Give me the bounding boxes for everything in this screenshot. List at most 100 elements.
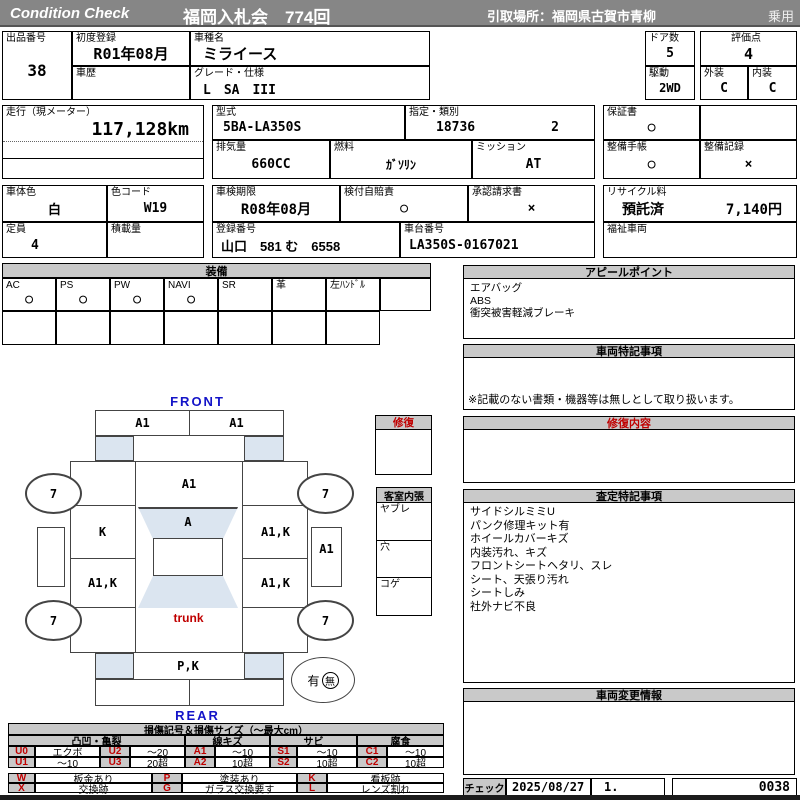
color-code-cell: 色コード W19 — [107, 185, 204, 222]
legend-sym-k: K — [297, 773, 327, 783]
rear-right-corner-shade — [244, 653, 284, 679]
equipment-empty-row-2 — [56, 311, 110, 345]
model-name-cell: 車種名 ミライース — [190, 31, 430, 66]
equipment-pw-value: ○ — [111, 289, 163, 310]
lot-number-cell: 出品番号 38 — [2, 31, 72, 100]
transmission-cell: ミッション AT — [472, 140, 595, 179]
check-date-value: 2025/08/27 — [507, 779, 590, 795]
maintenance-record-cell: 整備記録 × — [700, 140, 797, 179]
legend-sym-c2: C2 — [357, 757, 387, 768]
legend-val-x: 交換跡 — [35, 783, 152, 793]
mileage-value: 117,128km — [3, 118, 203, 142]
spare-no-circled: 無 — [322, 672, 339, 689]
fuel-value: ｶﾞｿﾘﾝ — [331, 151, 471, 178]
left-sill-box — [37, 527, 65, 587]
right-col-line-3 — [242, 607, 308, 608]
model-name-value: ミライース — [191, 42, 429, 65]
sheet-number-cell: 0038 — [672, 778, 797, 796]
equipment-cell-extra — [380, 278, 431, 311]
warranty-blank-cell — [700, 105, 797, 140]
registration-number-value: 山口 581 む 6558 — [213, 233, 399, 257]
right-rear-door-label: A1,K — [243, 558, 308, 607]
legend-sym-w: W — [8, 773, 35, 783]
legend-sym-a2: A2 — [185, 757, 215, 768]
cabin-row-burn-label: コゲ — [380, 579, 400, 590]
check-label-cell: チェック — [463, 778, 506, 796]
front-bumper-right-label: A1 — [190, 411, 283, 435]
chassis-number-cell: 車台番号 LA350S-0167021 — [400, 222, 595, 258]
cabin-lining-box: 客室内張 ヤブレ 穴 コゲ — [376, 487, 432, 616]
exterior-grade-cell: 外装 C — [700, 66, 748, 100]
equipment-header: 装備 — [2, 263, 431, 278]
equipment-cell-pw: PW ○ — [110, 278, 164, 311]
inspection-value: R08年08月 — [213, 196, 339, 221]
welfare-cell: 福祉車両 — [603, 222, 797, 258]
rear-bumper-right — [190, 680, 283, 705]
grade-value: L SA III — [191, 77, 429, 99]
mileage-cell: 走行（現メーター） 117,128km — [2, 105, 204, 179]
check-date-cell: 2025/08/27 — [506, 778, 591, 796]
jibaiseki-cell: 検付自賠責 ○ — [340, 185, 468, 222]
legend-sym-s2: S2 — [270, 757, 297, 768]
check-rev-cell: 1. — [591, 778, 665, 796]
equipment-cell-ps: PS ○ — [56, 278, 110, 311]
legend-sym-l: L — [297, 783, 327, 793]
front-right-corner-shade — [244, 436, 284, 461]
appeal-points-lines: エアバッグ ABS 衝突被害軽減ブレーキ — [470, 282, 575, 320]
assessment-notes-lines: サイドシルミミU パンク修理キット有 ホイールカバーキズ 内装汚れ、キズ フロン… — [470, 506, 612, 614]
legend-cat-corrosion: 腐食 — [357, 735, 444, 746]
equipment-empty-row-3 — [110, 311, 164, 345]
drive-value: 2WD — [646, 77, 694, 99]
header-bar: Condition Check 福岡入札会 774回 引取場所：福岡県古賀市青柳… — [0, 0, 800, 27]
body-color-value: 白 — [3, 196, 106, 221]
auction-condition-sheet: Condition Check 福岡入札会 774回 引取場所：福岡県古賀市青柳… — [0, 0, 800, 800]
registration-number-cell: 登録番号 山口 581 む 6558 — [212, 222, 400, 258]
recycle-fee-amount: 7,140円 — [604, 196, 796, 221]
equipment-cell-navi: NAVI ○ — [164, 278, 218, 311]
assessment-notes-box: 査定特記事項 サイドシルミミU パンク修理キット有 ホイールカバーキズ 内装汚れ… — [463, 489, 795, 683]
history-cell: 車歴 — [72, 66, 190, 100]
history-value — [73, 77, 189, 99]
legend-sym-u3: U3 — [100, 757, 130, 768]
cabin-lining-header: 客室内張 — [376, 487, 432, 503]
spare-tire-indicator: 有 無 — [291, 657, 355, 703]
warranty-cell: 保証書 ○ — [603, 105, 700, 140]
score-cell: 評価点 4 — [700, 31, 797, 66]
rear-left-corner-shade — [95, 653, 134, 679]
fuel-cell: 燃料 ｶﾞｿﾘﾝ — [330, 140, 472, 179]
wheel-rear-left: 7 — [25, 600, 82, 641]
legend-val-u1: ～10 — [35, 757, 100, 768]
trunk-label: trunk — [135, 611, 242, 625]
bottom-edge-bar — [0, 795, 800, 800]
cabin-row-tear-label: ヤブレ — [380, 504, 410, 515]
legend-sym-u1: U1 — [8, 757, 35, 768]
recycle-fee-cell: リサイクル料 預託済 7,140円 — [603, 185, 797, 222]
right-sill-label: A1 — [312, 542, 341, 556]
approval-cell: 承認請求書 × — [468, 185, 595, 222]
legend-val-l: レンズ割れ — [327, 783, 444, 793]
first-registration-value: R01年08月 — [73, 42, 189, 65]
approval-value: × — [469, 196, 594, 221]
cabin-row-burn: コゲ — [377, 578, 431, 616]
legend-sym-u2: U2 — [100, 746, 130, 757]
body-color-cell: 車体色 白 — [2, 185, 107, 222]
legend-val-g: ガラス交換要す — [182, 783, 297, 793]
equipment-cell-leather: 革 — [272, 278, 326, 311]
front-bumper-panel: A1 A1 — [95, 410, 284, 436]
model-code-cell: 型式 5BA-LA350S — [212, 105, 405, 140]
rear-panel-label: P,K — [134, 653, 242, 679]
cabin-row-hole-label: 穴 — [380, 542, 390, 553]
legend-sym-s1: S1 — [270, 746, 297, 757]
first-registration-cell: 初度登録 R01年08月 — [72, 31, 190, 66]
capacity-cell: 定員 4 — [2, 222, 107, 258]
maintenance-record-value: × — [701, 151, 796, 178]
doors-cell: ドア数 5 — [645, 31, 695, 66]
equipment-navi-value: ○ — [165, 289, 217, 310]
front-left-corner-shade — [95, 436, 134, 461]
legend-sym-c1: C1 — [357, 746, 387, 757]
legend-sym-p: P — [152, 773, 182, 783]
right-sill-box: A1 — [311, 527, 342, 587]
auction-title: 福岡入札会 774回 — [183, 3, 330, 28]
change-info-header: 車両変更情報 — [463, 688, 795, 702]
hood-panel: A1 — [136, 461, 242, 507]
